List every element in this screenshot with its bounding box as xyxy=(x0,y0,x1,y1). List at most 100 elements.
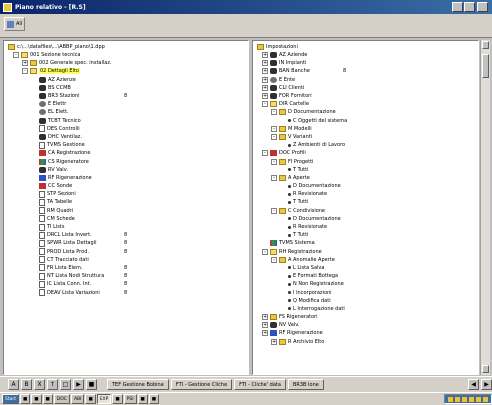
tree-node[interactable]: BR3 Stazioni 8 xyxy=(4,92,248,100)
expand-toggle[interactable]: + xyxy=(262,314,268,321)
tree-node[interactable]: RV Valv. xyxy=(4,166,248,174)
maximize-button[interactable] xyxy=(464,2,475,12)
tree-node[interactable]: - RH Registrazione xyxy=(253,248,478,256)
expand-toggle[interactable]: + xyxy=(262,76,268,83)
tray-icon[interactable] xyxy=(448,396,453,402)
tray-icon[interactable] xyxy=(455,396,460,402)
tree-node[interactable]: IC Lista Conn. Int. 8 xyxy=(4,280,248,288)
close-button[interactable] xyxy=(477,2,488,12)
collapse-toggle[interactable]: - xyxy=(271,256,277,263)
tree-node[interactable]: TVMS Sistema xyxy=(253,239,478,247)
tree-node[interactable]: + IN Impianti xyxy=(253,59,478,67)
taskbar-item[interactable]: PSI xyxy=(123,394,137,404)
taskbar-item[interactable]: ■ xyxy=(42,394,53,404)
expand-toggle[interactable]: + xyxy=(262,52,268,59)
nav-next-button[interactable]: ▶ xyxy=(481,379,492,390)
tree-node[interactable]: AZ Azienze xyxy=(4,76,248,84)
taskbar-item[interactable]: ■ xyxy=(112,394,123,404)
tree-node[interactable]: EL Elett. xyxy=(4,108,248,116)
tree-node[interactable]: FR Lista Elem. 8 xyxy=(4,264,248,272)
tree-node[interactable]: + FS Rigeneratori xyxy=(253,313,478,321)
toolbar-button-6[interactable]: ■ xyxy=(86,379,97,390)
toolbar-button-5[interactable]: ▶ xyxy=(73,379,84,390)
vertical-scrollbar[interactable] xyxy=(480,40,490,375)
toolbar-button-0[interactable]: A xyxy=(8,379,19,390)
collapse-toggle[interactable]: - xyxy=(262,101,268,108)
collapse-toggle[interactable]: - xyxy=(262,150,268,157)
collapse-toggle[interactable]: - xyxy=(13,52,19,59)
expand-toggle[interactable]: + xyxy=(262,68,268,75)
collapse-toggle[interactable]: - xyxy=(271,174,277,181)
tray-icon[interactable] xyxy=(462,396,467,402)
collapse-toggle[interactable]: - xyxy=(271,133,277,140)
tree-node[interactable]: - 001 Sezione tecnica xyxy=(4,51,248,59)
expand-toggle[interactable]: + xyxy=(262,322,268,329)
tree-node[interactable]: C Oggetti del sistema xyxy=(253,117,478,125)
collapse-toggle[interactable]: - xyxy=(271,158,277,165)
expand-toggle[interactable]: + xyxy=(271,338,277,345)
bottom-tab-0[interactable]: TEF Gestione Bobine xyxy=(107,379,169,390)
tree-node[interactable]: Q Modifica dati xyxy=(253,297,478,305)
tree-node[interactable]: Z Ambienti di Lavoro xyxy=(253,141,478,149)
taskbar-item[interactable]: ■ xyxy=(137,394,148,404)
tree-node[interactable]: R Revisionate xyxy=(253,190,478,198)
tree-node[interactable]: DES Controlli xyxy=(4,125,248,133)
collapse-toggle[interactable]: - xyxy=(22,68,28,75)
tree-node[interactable]: + BAN Banche 8 xyxy=(253,67,478,75)
tree-node[interactable]: - V Varianti xyxy=(253,133,478,141)
tree-node[interactable]: PROD Lista Prod. 8 xyxy=(4,248,248,256)
tree-node[interactable]: T Tutti xyxy=(253,166,478,174)
taskbar-item[interactable]: ■ xyxy=(20,394,31,404)
tree-node[interactable]: CS Rigeneratore xyxy=(4,157,248,165)
tree-node[interactable]: E Elettr xyxy=(4,100,248,108)
expand-toggle[interactable]: + xyxy=(262,93,268,100)
tree-node[interactable]: +002 Generale spec. installaz. xyxy=(4,59,248,67)
tree-node[interactable]: DRCL Lista Invert. 8 xyxy=(4,231,248,239)
tree-node[interactable]: - C Condivisione xyxy=(253,207,478,215)
tree-node[interactable]: + CLI Clienti xyxy=(253,84,478,92)
expand-toggle[interactable]: + xyxy=(262,84,268,91)
scroll-thumb[interactable] xyxy=(482,54,489,78)
collapse-toggle[interactable]: - xyxy=(271,109,277,116)
tree-node[interactable]: R Revisionate xyxy=(253,223,478,231)
tree-node[interactable]: N Non Registrazione xyxy=(253,280,478,288)
tree-node[interactable]: BS CCMB xyxy=(4,84,248,92)
tree-node[interactable]: CT Tracciato dati xyxy=(4,256,248,264)
tree-node[interactable]: - M Modelli xyxy=(253,125,478,133)
tree-node[interactable]: RM Quadri xyxy=(4,207,248,215)
tree-node[interactable]: NT Lista Nodi Struttura 8 xyxy=(4,272,248,280)
scroll-down-arrow[interactable] xyxy=(482,365,489,373)
toolbar-button-4[interactable]: □ xyxy=(60,379,71,390)
tray-icon[interactable] xyxy=(469,396,474,402)
tree-node[interactable]: STP Sezioni xyxy=(4,190,248,198)
bottom-tab-1[interactable]: FTI - Gestione Cliche xyxy=(170,379,233,390)
tree-node[interactable]: - FI Progetti xyxy=(253,157,478,165)
right-tree-pane[interactable]: Impostazioni + AZ Aziende + IN Impianti + BAN… xyxy=(252,40,479,375)
tree-node[interactable]: + FOR Fornitori xyxy=(253,92,478,100)
toolbar-button-1[interactable]: B xyxy=(21,379,32,390)
tree-node[interactable]: + RF Rigenerazione xyxy=(253,329,478,337)
tree-node[interactable]: + R Archivio Elto xyxy=(253,338,478,346)
tray-icon[interactable] xyxy=(483,396,488,402)
minimize-button[interactable] xyxy=(452,2,463,12)
scroll-up-arrow[interactable] xyxy=(482,41,489,49)
bottom-tab-2[interactable]: FTI - Cliche' data xyxy=(234,379,286,390)
tree-node[interactable]: I Incorporazioni xyxy=(253,288,478,296)
tree-node[interactable]: CM Schede xyxy=(4,215,248,223)
tree-node[interactable]: E Formati Bottega xyxy=(253,272,478,280)
toolbar-button-3[interactable]: ↑ xyxy=(47,379,58,390)
tree-node[interactable]: - D Documentazione xyxy=(253,108,478,116)
tree-node[interactable]: DHC Ventilaz. xyxy=(4,133,248,141)
taskbar-item[interactable]: ■ xyxy=(31,394,42,404)
taskbar-item[interactable]: EXP xyxy=(96,394,112,404)
tree-node[interactable]: CA Registrazione xyxy=(4,149,248,157)
tree-node[interactable]: D Documentazione xyxy=(253,215,478,223)
tree-node[interactable]: + NV Valv. xyxy=(253,321,478,329)
nav-prev-button[interactable]: ◀ xyxy=(468,379,479,390)
taskbar-item[interactable]: ABI xyxy=(70,394,85,404)
expand-toggle[interactable]: + xyxy=(262,60,268,67)
tree-node[interactable]: - A Anomalie Aperte xyxy=(253,256,478,264)
tree-node[interactable]: TCBT Tecnico xyxy=(4,117,248,125)
tree-node[interactable]: - 02 Dettagli Elto xyxy=(4,67,248,75)
tree-node[interactable]: D Documentazione xyxy=(253,182,478,190)
